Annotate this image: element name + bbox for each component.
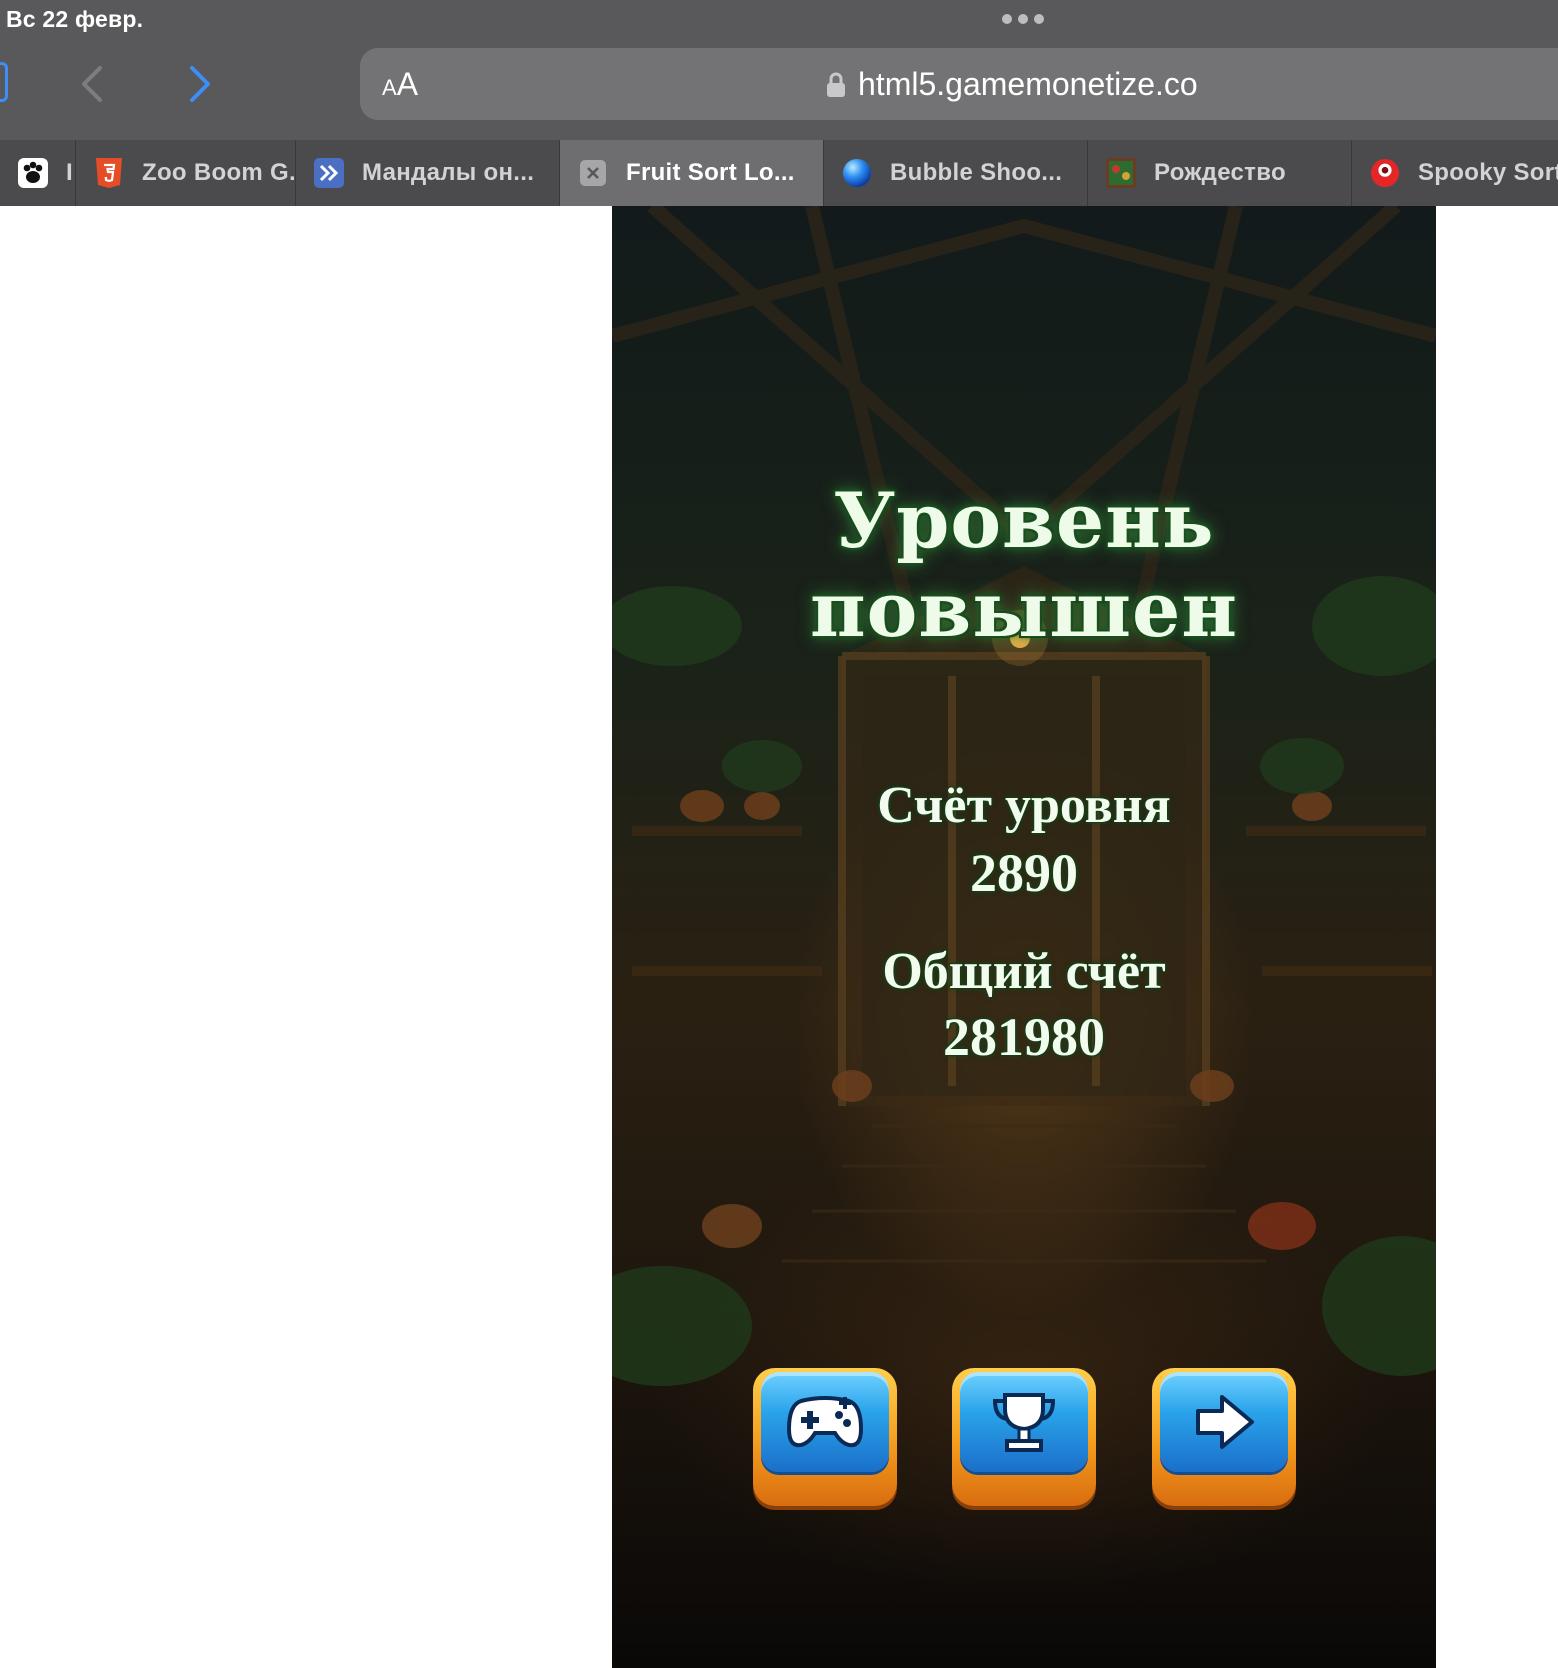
mandala-icon bbox=[314, 158, 344, 188]
level-score-value: 2890 bbox=[970, 843, 1078, 903]
trophy-icon bbox=[992, 1393, 1056, 1452]
tab-title: Мандалы он... bbox=[362, 159, 535, 186]
gamepad-icon bbox=[787, 1396, 863, 1448]
total-score-label: Общий счёт bbox=[882, 943, 1166, 1000]
christmas-icon bbox=[1106, 158, 1136, 188]
game-canvas[interactable]: Уровень повышен Счёт уровня 2890 Общий с… bbox=[612, 206, 1436, 1668]
paw-icon bbox=[18, 158, 48, 188]
reader-label-large: A bbox=[396, 66, 419, 102]
back-chevron-icon[interactable] bbox=[72, 62, 116, 106]
status-date: Вс 22 февр. bbox=[6, 6, 144, 32]
tab-title: Fruit Sort Lo... bbox=[626, 159, 795, 186]
tab-6[interactable]: Рождество bbox=[1088, 140, 1352, 206]
reader-label-small: A bbox=[382, 75, 397, 100]
spooky-icon bbox=[1370, 158, 1400, 188]
level-score-label: Счёт уровня bbox=[877, 777, 1171, 834]
tab-2[interactable]: Zoo Boom G... bbox=[76, 140, 296, 206]
browser-toolbar: AA html5.gamemonetize.co bbox=[0, 42, 1558, 140]
tab-4[interactable]: Fruit Sort Lo... bbox=[560, 140, 824, 206]
close-icon[interactable] bbox=[578, 158, 608, 188]
level-complete-title: Уровень повышен bbox=[810, 476, 1238, 654]
play-button[interactable] bbox=[753, 1368, 897, 1506]
tab-5[interactable]: Bubble Shoo... bbox=[824, 140, 1088, 206]
next-level-button[interactable] bbox=[1152, 1368, 1296, 1506]
address-bar[interactable]: AA html5.gamemonetize.co bbox=[360, 48, 1558, 120]
tab-title: I bbox=[66, 159, 73, 186]
arrow-right-icon bbox=[1196, 1395, 1254, 1449]
tab-title: Zoo Boom G... bbox=[142, 159, 296, 186]
reader-mode-button[interactable]: AA bbox=[382, 66, 418, 103]
tab-title: Рождество bbox=[1154, 159, 1286, 186]
tab-7[interactable]: Spooky Sort bbox=[1352, 140, 1558, 206]
tab-bar: I Zoo Boom G... Мандалы он... Fruit Sort… bbox=[0, 140, 1558, 206]
url-text[interactable]: html5.gamemonetize.co bbox=[858, 66, 1198, 103]
status-bar: Вс 22 февр. bbox=[0, 0, 1558, 42]
tab-title: Spooky Sort bbox=[1418, 159, 1558, 186]
html5-icon bbox=[94, 158, 124, 188]
bubble-icon bbox=[842, 158, 872, 188]
sidebar-toggle-icon[interactable] bbox=[0, 62, 8, 102]
tab-1[interactable]: I bbox=[0, 140, 76, 206]
multitasking-dots-icon[interactable] bbox=[1002, 14, 1044, 24]
total-score-value: 281980 bbox=[943, 1007, 1105, 1067]
forward-chevron-icon[interactable] bbox=[178, 62, 222, 106]
lock-icon bbox=[827, 72, 845, 97]
tab-title: Bubble Shoo... bbox=[890, 159, 1063, 186]
leaderboard-button[interactable] bbox=[952, 1368, 1096, 1506]
tab-3[interactable]: Мандалы он... bbox=[296, 140, 560, 206]
